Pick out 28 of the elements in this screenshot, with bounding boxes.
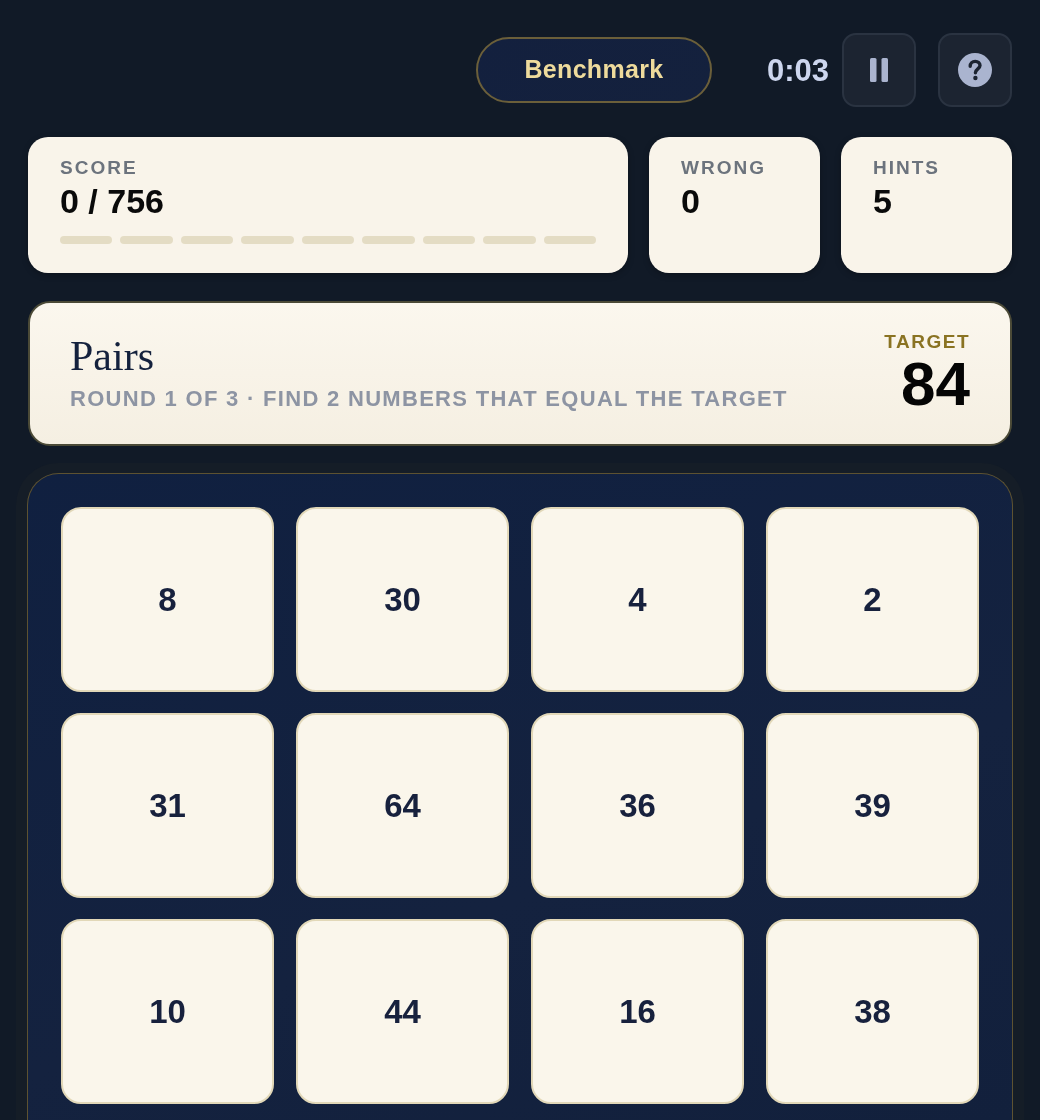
number-tile[interactable]: 64 <box>296 713 509 898</box>
stat-label: HINTS <box>873 157 941 180</box>
number-tile[interactable]: 39 <box>766 713 979 898</box>
pause-icon <box>870 58 888 82</box>
stat-label: SCORE <box>60 157 139 180</box>
number-tile[interactable]: 38 <box>766 919 979 1104</box>
number-tile[interactable]: 8 <box>61 507 274 692</box>
number-tile[interactable]: 30 <box>296 507 509 692</box>
help-icon <box>958 53 992 87</box>
help-button[interactable] <box>938 33 1012 107</box>
stat-value: 0 / 756 <box>60 182 165 221</box>
number-tile[interactable]: 10 <box>61 919 274 1104</box>
number-tile[interactable]: 4 <box>531 507 744 692</box>
number-tile[interactable]: 44 <box>296 919 509 1104</box>
mode-button[interactable]: Benchmark <box>475 37 712 103</box>
target-label: TARGET <box>884 332 970 353</box>
stat-value: 0 <box>681 182 701 221</box>
number-tile[interactable]: 2 <box>766 507 979 692</box>
stat-label: WRONG <box>681 157 767 180</box>
number-tile[interactable]: 31 <box>61 713 274 898</box>
target-value: 84 <box>900 352 970 415</box>
number-tile[interactable]: 36 <box>531 713 744 898</box>
puzzle-title: Pairs <box>70 335 155 378</box>
number-tile[interactable]: 16 <box>531 919 744 1104</box>
timer-text: 0:03 <box>766 54 829 86</box>
pause-button[interactable] <box>842 33 916 107</box>
stat-value: 5 <box>873 182 893 221</box>
puzzle-subtitle: ROUND 1 OF 3 · FIND 2 NUMBERS THAT EQUAL THE TARGET <box>70 387 788 412</box>
